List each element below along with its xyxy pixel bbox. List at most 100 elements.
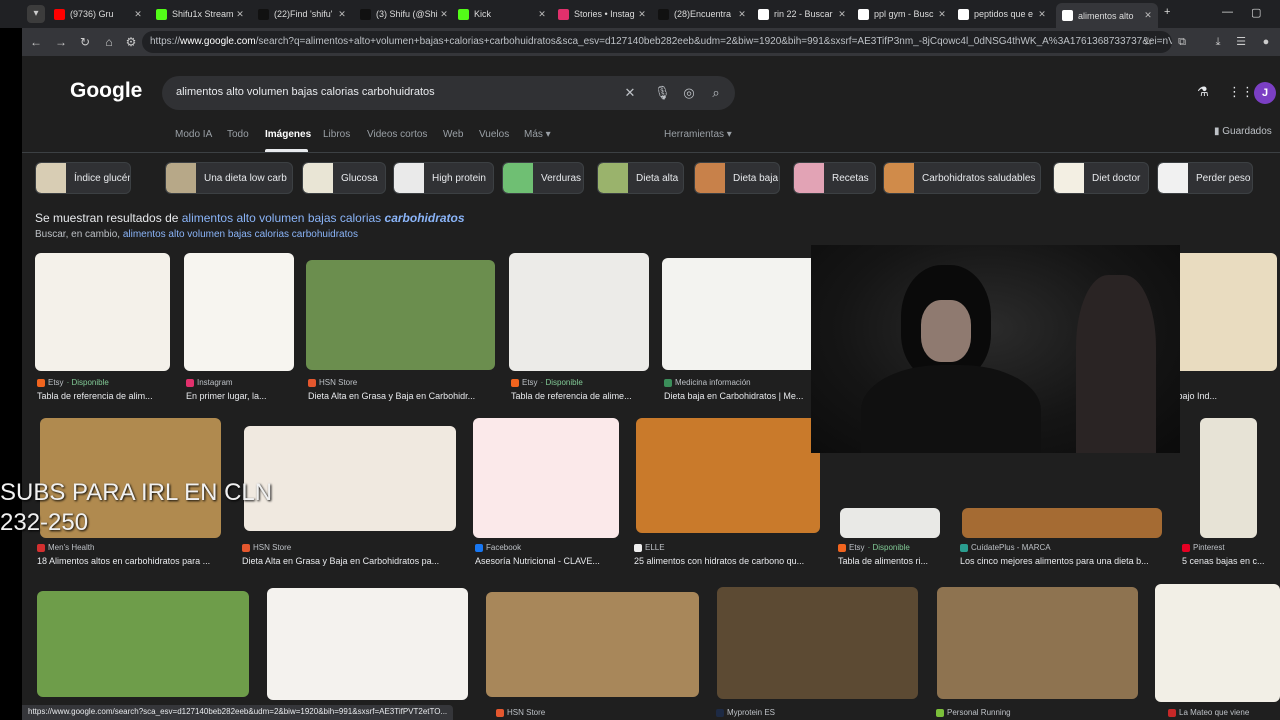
filter-chip[interactable]: Diet doctor xyxy=(1053,162,1149,194)
result-title[interactable]: Tabla de referencia de alime... xyxy=(511,391,649,401)
download-icon[interactable]: ⤓ xyxy=(1210,34,1226,50)
result-title[interactable]: 5 cenas bajas en c... xyxy=(1182,556,1280,566)
browser-tab[interactable]: Shifu1x Stream ✕ xyxy=(150,3,250,25)
browser-tab[interactable]: ppl gym - Busc ✕ xyxy=(852,3,952,25)
profile-icon[interactable]: ● xyxy=(1258,34,1274,50)
result-source[interactable]: CuídatePlus - MARCA xyxy=(960,543,1170,552)
tab-close-icon[interactable]: ✕ xyxy=(1142,10,1154,21)
labs-flask-icon[interactable]: ⚗ xyxy=(1197,84,1209,100)
extensions-icon[interactable]: ⧉ xyxy=(1174,34,1190,50)
tab-close-icon[interactable]: ✕ xyxy=(132,9,144,20)
minimize-button[interactable]: — xyxy=(1222,6,1233,18)
filter-chip[interactable]: Recetas xyxy=(793,162,876,194)
tab-close-icon[interactable]: ✕ xyxy=(1036,9,1048,20)
result-source[interactable]: Men's Health xyxy=(37,543,222,552)
result-source[interactable]: Myprotein ES xyxy=(716,708,876,717)
result-thumbnail[interactable] xyxy=(1155,584,1280,702)
result-thumbnail[interactable] xyxy=(662,258,821,370)
tab-close-icon[interactable]: ✕ xyxy=(636,9,648,20)
tab-close-icon[interactable]: ✕ xyxy=(936,9,948,20)
microphone-icon[interactable]: 🎙 xyxy=(654,85,671,101)
result-source[interactable]: HSN Store xyxy=(308,378,493,387)
original-query-link[interactable]: alimentos alto volumen bajas calorias ca… xyxy=(123,229,358,240)
result-thumbnail[interactable] xyxy=(267,588,468,700)
browser-tab[interactable]: (3) Shifu (@Shi ✕ xyxy=(354,3,454,25)
result-thumbnail[interactable] xyxy=(962,508,1162,538)
tab-search-button[interactable]: ▾ xyxy=(27,5,45,23)
result-source[interactable]: Pinterest xyxy=(1182,543,1280,552)
tab-close-icon[interactable]: ✕ xyxy=(536,9,548,20)
result-title[interactable]: Dieta Alta en Grasa y Baja en Carbohidr.… xyxy=(308,391,493,401)
filter-chip[interactable]: Perder peso xyxy=(1157,162,1253,194)
tab-web[interactable]: Web xyxy=(443,129,463,140)
search-icon[interactable]: ⌕ xyxy=(708,85,724,101)
filter-chip[interactable]: Verduras xyxy=(502,162,584,194)
result-title[interactable]: Asesoría Nutricional - CLAVE... xyxy=(475,556,623,566)
tab-modo-ia[interactable]: Modo IA xyxy=(175,129,212,140)
filter-chip[interactable]: Dieta alta xyxy=(597,162,684,194)
result-source[interactable]: Instagram xyxy=(186,378,296,387)
tab-close-icon[interactable]: ✕ xyxy=(438,9,450,20)
search-box[interactable]: alimentos alto volumen bajas calorias ca… xyxy=(162,76,735,110)
browser-tab[interactable]: Kick ✕ xyxy=(452,3,552,25)
result-title[interactable]: 18 Alimentos altos en carbohidratos para… xyxy=(37,556,222,566)
result-thumbnail[interactable] xyxy=(35,253,170,371)
result-title[interactable]: Los cinco mejores alimentos para una die… xyxy=(960,556,1170,566)
saved-button[interactable]: ▮ Guardados xyxy=(1214,126,1272,137)
result-source[interactable]: Etsy · Disponible xyxy=(37,378,167,387)
tab-close-icon[interactable]: ✕ xyxy=(836,9,848,20)
bookmark-star-icon[interactable]: ☆ xyxy=(1140,34,1156,50)
clear-icon[interactable]: ✕ xyxy=(622,85,638,101)
result-thumbnail[interactable] xyxy=(184,253,294,371)
result-source[interactable]: HSN Store xyxy=(496,708,636,717)
site-info-icon[interactable]: ⚙ xyxy=(123,34,139,50)
tab-close-icon[interactable]: ✕ xyxy=(234,9,246,20)
corrected-query-link[interactable]: alimentos alto volumen bajas calorias ca… xyxy=(182,211,465,225)
reload-icon[interactable]: ↻ xyxy=(77,34,93,50)
result-source[interactable]: Medicina información xyxy=(664,378,822,387)
result-thumbnail[interactable] xyxy=(636,418,820,533)
browser-tab[interactable]: peptidos que e ✕ xyxy=(952,3,1052,25)
tab-vuelos[interactable]: Vuelos xyxy=(479,129,509,140)
address-bar[interactable]: https://www.google.com/search?q=alimento… xyxy=(142,31,1172,53)
result-source[interactable]: Etsy · Disponible xyxy=(511,378,649,387)
result-thumbnail[interactable] xyxy=(937,587,1138,699)
back-icon[interactable]: ← xyxy=(28,34,44,50)
home-icon[interactable]: ⌂ xyxy=(101,34,117,50)
result-source[interactable]: Facebook xyxy=(475,543,623,552)
account-avatar[interactable]: J xyxy=(1254,82,1276,104)
forward-icon[interactable]: → xyxy=(53,34,69,50)
browser-tab[interactable]: Stories • Instag ✕ xyxy=(552,3,652,25)
result-source[interactable]: Personal Running xyxy=(936,708,1096,717)
filter-chip[interactable]: Una dieta low carb xyxy=(165,162,293,194)
reading-list-icon[interactable]: ☰ xyxy=(1233,34,1249,50)
apps-grid-icon[interactable]: ⋮⋮ xyxy=(1228,84,1254,100)
filter-chip[interactable]: Glucosa xyxy=(302,162,386,194)
browser-tab[interactable]: rin 22 - Buscar ✕ xyxy=(752,3,852,25)
result-source[interactable]: La Mateo que viene xyxy=(1168,708,1280,717)
filter-chip[interactable]: Carbohidratos saludables xyxy=(883,162,1041,194)
filter-chip[interactable]: Dieta baja xyxy=(694,162,780,194)
browser-tab[interactable]: (9736) Gru ✕ xyxy=(48,3,148,25)
tab-videos-cortos[interactable]: Videos cortos xyxy=(367,129,427,140)
maximize-button[interactable]: ▢ xyxy=(1251,6,1261,19)
browser-tab[interactable]: alimentos alto ✕ xyxy=(1056,3,1158,28)
result-source[interactable]: HSN Store xyxy=(242,543,454,552)
result-source[interactable]: Etsy · Disponible xyxy=(838,543,948,552)
tab-mas[interactable]: Más ▾ xyxy=(524,129,551,140)
result-thumbnail[interactable] xyxy=(306,260,495,370)
filter-chip[interactable]: High protein xyxy=(393,162,494,194)
result-thumbnail[interactable] xyxy=(717,587,918,699)
result-thumbnail[interactable] xyxy=(244,426,456,531)
search-input[interactable]: alimentos alto volumen bajas calorias ca… xyxy=(176,86,435,98)
tab-imagenes[interactable]: Imágenes xyxy=(265,129,311,140)
tools-button[interactable]: Herramientas ▾ xyxy=(664,129,732,140)
new-tab-button[interactable]: + xyxy=(1164,6,1170,18)
result-title[interactable]: Dieta baja en Carbohidratos | Me... xyxy=(664,391,822,401)
result-thumbnail[interactable] xyxy=(486,592,699,697)
result-title[interactable]: Tabla de referencia de alim... xyxy=(37,391,167,401)
filter-chip[interactable]: Índice glucémico xyxy=(35,162,131,194)
result-title[interactable]: 25 alimentos con hidratos de carbono qu.… xyxy=(634,556,820,566)
browser-tab[interactable]: (22)Find 'shifu' ✕ xyxy=(252,3,352,25)
tab-todo[interactable]: Todo xyxy=(227,129,249,140)
